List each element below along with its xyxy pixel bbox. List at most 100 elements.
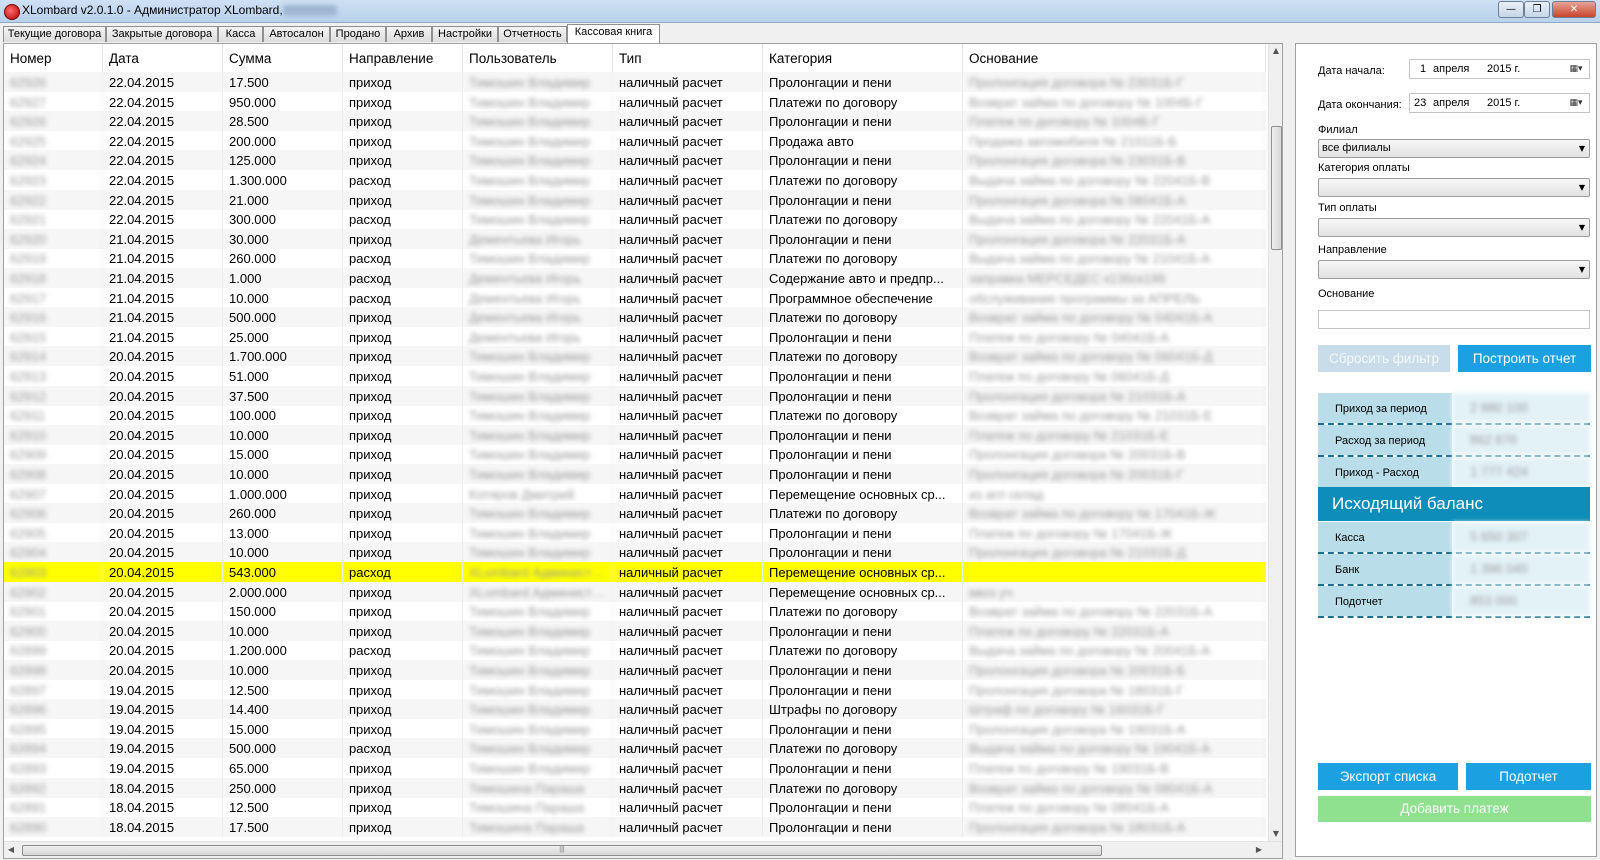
tab-settings[interactable]: Настройки [432,26,498,42]
table-row[interactable]: 62926 22.04.2015 17.500 приход Тимошин Влади… [4,72,1266,92]
end-date-month[interactable]: апреля [1433,94,1469,112]
payment-type-select[interactable]: ▼ [1318,218,1590,237]
table-row[interactable]: 62904 20.04.2015 10.000 приход Тимошин Влади… [4,542,1266,563]
table-row[interactable]: 62893 19.04.2015 65.000 приход Тимошин Влади… [4,758,1266,778]
export-list-button[interactable]: Экспорт списка [1318,763,1458,790]
scroll-up-arrow-icon[interactable]: ▲ [1269,44,1282,58]
cell-date: 21.04.2015 [103,287,223,308]
maximize-button[interactable]: ❐ [1524,1,1550,18]
table-row[interactable]: 62907 20.04.2015 1.000.000 приход Котяров Дм… [4,483,1266,504]
cash-value: 5 650 307 [1452,522,1590,552]
table-row[interactable]: 62906 20.04.2015 260.000 приход Тимошин Влад… [4,503,1266,524]
tab-cash-book[interactable]: Кассовая книга [567,24,660,43]
table-row[interactable]: 62920 21.04.2015 30.000 приход Дементьева Иг… [4,228,1266,249]
calendar-dropdown-icon[interactable]: ▦▾ [1565,62,1587,76]
table-row[interactable]: 62916 21.04.2015 500.000 приход Дементьева И… [4,307,1266,328]
table-row[interactable]: 62915 21.04.2015 25.000 приход Дементьева Иг… [4,326,1266,347]
branch-select[interactable]: все филиалы ▼ [1318,139,1590,158]
close-button[interactable]: ✕ [1552,1,1596,18]
column-header-number[interactable]: Номер [4,44,103,72]
cell-date: 22.04.2015 [103,111,223,132]
vertical-scroll-thumb[interactable] [1271,126,1282,250]
scroll-right-arrow-icon[interactable]: ▶ [1252,842,1266,858]
start-date-picker[interactable]: 1 апреля 2015 г. ▦▾ [1409,59,1590,79]
minimize-button[interactable]: — [1498,1,1524,18]
table-row[interactable]: 62892 18.04.2015 250.000 приход Тимошина Пар… [4,777,1266,798]
subreport-button[interactable]: Подотчет [1466,763,1591,790]
net-value: 1 777 424 [1452,457,1590,487]
reset-filter-button[interactable]: Сбросить фильтр [1318,345,1450,372]
table-row[interactable]: 62924 22.04.2015 125.000 приход Тимошин Влад… [4,150,1266,171]
table-row[interactable]: 62895 19.04.2015 15.000 приход Тимошин Влади… [4,718,1266,739]
table-row[interactable]: 62901 20.04.2015 150.000 приход Тимошин Влад… [4,601,1266,622]
table-row[interactable]: 62897 19.04.2015 12.500 приход Тимошин Влади… [4,679,1266,700]
start-date-year[interactable]: 2015 г. [1487,60,1520,78]
table-row[interactable]: 62898 20.04.2015 10.000 приход Тимошин Влади… [4,660,1266,680]
summary-subreport-row: Подотчет 853 000 [1318,586,1590,618]
start-date-day[interactable]: 1 [1420,60,1426,78]
cell-amount: 15.000 [223,444,343,465]
tab-sold[interactable]: Продано [330,26,386,42]
column-header-category[interactable]: Категория [763,44,963,72]
table-row[interactable]: 62900 20.04.2015 10.000 приход Тимошин Влади… [4,620,1266,641]
tab-archive[interactable]: Архив [386,26,432,42]
table-row[interactable]: 62908 20.04.2015 10.000 приход Тимошин Влади… [4,464,1266,484]
end-date-picker[interactable]: 23 апреля 2015 г. ▦▾ [1409,93,1590,113]
table-row[interactable]: 62921 22.04.2015 300.000 расход Тимошин Влад… [4,209,1266,230]
table-row[interactable]: 62890 18.04.2015 17.500 приход Тимошина Пара… [4,816,1266,837]
table-row[interactable]: 62891 18.04.2015 12.500 приход Тимошина Пара… [4,797,1266,818]
column-header-type[interactable]: Тип [613,44,763,72]
table-row[interactable]: 62911 20.04.2015 100.000 приход Тимошин Влад… [4,405,1266,426]
scroll-left-arrow-icon[interactable]: ◀ [4,842,18,858]
direction-select[interactable]: ▼ [1318,260,1590,279]
add-payment-button[interactable]: Добавить платеж [1318,796,1591,822]
reason-input[interactable] [1318,310,1590,329]
cell-number: 62924 [4,150,103,171]
column-header-date[interactable]: Дата [103,44,223,72]
horizontal-scroll-thumb[interactable]: ||| [22,845,1102,856]
table-row[interactable]: 62894 19.04.2015 500.000 расход Тимошин Влад… [4,738,1266,759]
table-row[interactable]: 62919 21.04.2015 260.000 расход Тимошин Влад… [4,248,1266,269]
build-report-button[interactable]: Построить отчет [1458,345,1591,372]
cell-amount: 300.000 [223,209,343,230]
tab-current-contracts[interactable]: Текущие договора [3,26,106,42]
end-date-year[interactable]: 2015 г. [1487,94,1520,112]
tab-cashbox[interactable]: Касса [218,26,263,42]
cell-amount: 65.000 [223,758,343,778]
cell-type: наличный расчет [613,72,763,92]
table-row[interactable]: 62910 20.04.2015 10.000 приход Тимошин Влади… [4,424,1266,445]
title-bar[interactable]: XLombard v2.0.1.0 - Администратор XLomba… [0,0,1600,23]
tab-closed-contracts[interactable]: Закрытые договора [106,26,218,42]
table-row[interactable]: 62925 22.04.2015 200.000 приход Тимошин Влад… [4,130,1266,151]
table-row[interactable]: 62909 20.04.2015 15.000 приход Тимошин Влади… [4,444,1266,465]
scroll-down-arrow-icon[interactable]: ▼ [1269,827,1282,841]
table-row[interactable]: 62922 22.04.2015 21.000 приход Тимошин Влади… [4,189,1266,210]
column-header-reason[interactable]: Основание [963,44,1266,72]
table-row[interactable]: 62926 22.04.2015 28.500 приход Тимошин Влади… [4,111,1266,132]
cell-reason: Выдача займа по договору № 22041Б-А [963,209,1266,230]
table-row[interactable]: 62905 20.04.2015 13.000 приход Тимошин Влади… [4,522,1266,543]
column-header-amount[interactable]: Сумма [223,44,343,72]
table-row[interactable]: 62913 20.04.2015 51.000 приход Тимошин Влади… [4,366,1266,386]
vertical-scrollbar[interactable]: ▲ ▼ [1268,44,1282,841]
calendar-dropdown-icon[interactable]: ▦▾ [1565,96,1587,110]
table-row[interactable]: 62918 21.04.2015 1.000 расход Дементьева Иго… [4,268,1266,288]
table-row[interactable]: 62899 20.04.2015 1.200.000 расход Тимошин Вл… [4,640,1266,661]
table-row-selected[interactable]: 62903 20.04.2015 543.000 расход XLombard Адм… [4,562,1266,582]
table-row[interactable]: 62912 20.04.2015 37.500 приход Тимошин Влади… [4,385,1266,406]
table-row[interactable]: 62917 21.04.2015 10.000 расход Дементьева Иг… [4,287,1266,308]
table-row[interactable]: 62914 20.04.2015 1.700.000 приход Тимошин Вл… [4,346,1266,367]
horizontal-scrollbar[interactable]: ◀ ||| ▶ [4,841,1282,858]
start-date-month[interactable]: апреля [1433,60,1469,78]
cash-book-grid[interactable]: Номер Дата Сумма Направление Пользовател… [3,43,1283,859]
end-date-day[interactable]: 23 [1414,94,1426,112]
table-row[interactable]: 62902 20.04.2015 2.000.000 приход XLombard А… [4,581,1266,602]
table-row[interactable]: 62896 19.04.2015 14.400 приход Тимошин Влади… [4,699,1266,720]
column-header-user[interactable]: Пользователь [463,44,613,72]
tab-car-dealership[interactable]: Автосалон [263,26,330,42]
table-row[interactable]: 62927 22.04.2015 950.000 приход Тимошин Влад… [4,91,1266,112]
column-header-direction[interactable]: Направление [343,44,463,72]
tab-reports[interactable]: Отчетность [498,26,567,42]
payment-category-select[interactable]: ▼ [1318,178,1590,197]
table-row[interactable]: 62923 22.04.2015 1.300.000 расход Тимошин Вл… [4,170,1266,190]
